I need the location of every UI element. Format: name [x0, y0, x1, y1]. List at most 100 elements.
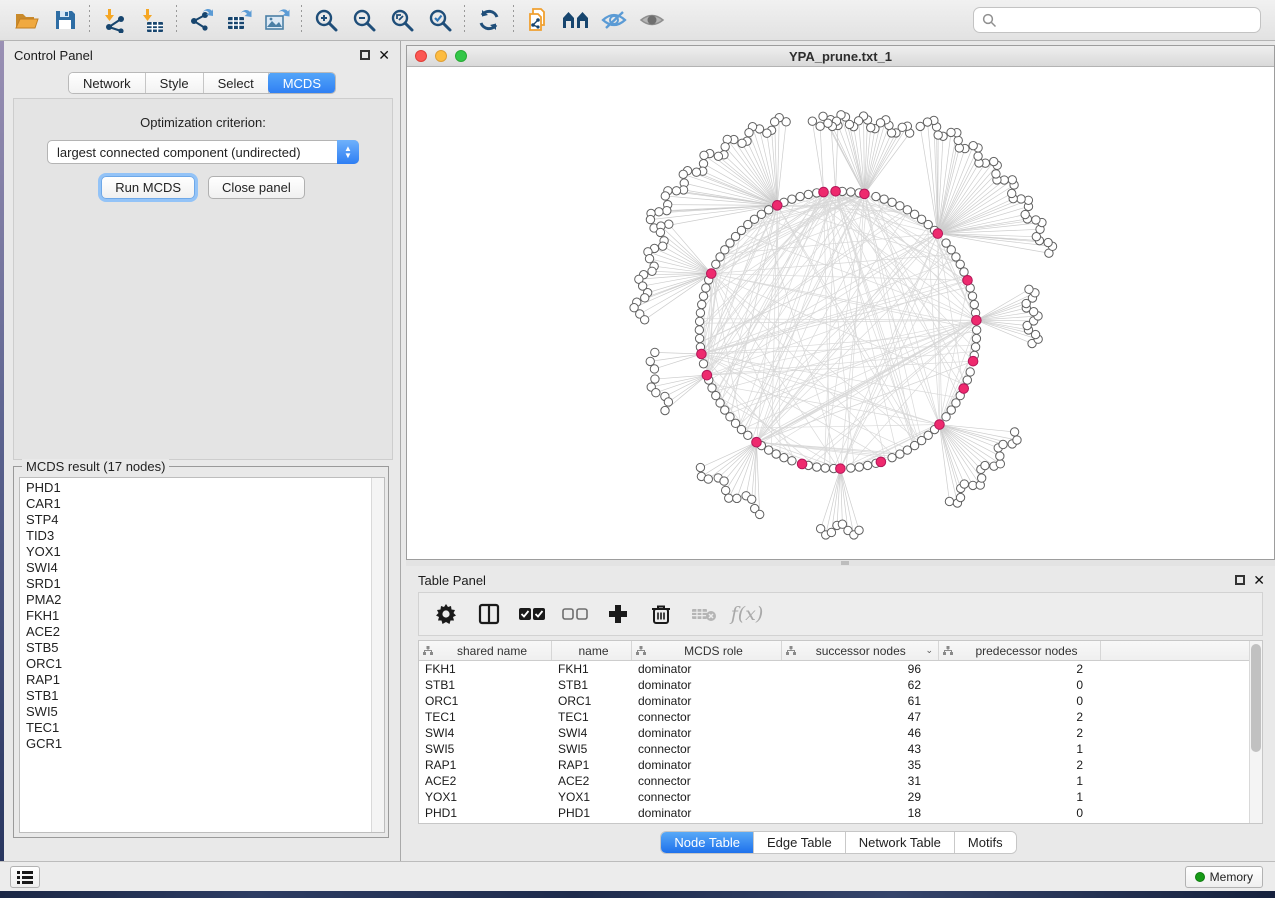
- save-session-icon[interactable]: [46, 3, 84, 37]
- mcds-result-item[interactable]: RAP1: [26, 672, 371, 688]
- column-header-shared-name[interactable]: shared name: [419, 641, 552, 660]
- close-panel-button[interactable]: Close panel: [208, 176, 305, 199]
- optimization-criterion-select[interactable]: largest connected component (undirected)…: [47, 140, 359, 164]
- cell-successor-nodes[interactable]: 18: [782, 806, 939, 820]
- export-network-icon[interactable]: [182, 3, 220, 37]
- cell-name[interactable]: YOX1: [552, 790, 632, 804]
- cell-predecessor-nodes[interactable]: 2: [939, 710, 1101, 724]
- float-panel-icon[interactable]: [360, 50, 370, 60]
- table-row-SWI4[interactable]: SWI4SWI4dominator462: [419, 725, 1249, 741]
- table-row-YOX1[interactable]: YOX1YOX1connector291: [419, 789, 1249, 805]
- tab-select[interactable]: Select: [204, 73, 269, 93]
- cell-MCDS-role[interactable]: connector: [632, 710, 782, 724]
- cell-MCDS-role[interactable]: dominator: [632, 694, 782, 708]
- float-panel-icon[interactable]: [1235, 575, 1245, 585]
- mcds-result-item[interactable]: CAR1: [26, 496, 371, 512]
- cell-shared-name[interactable]: ACE2: [419, 774, 552, 788]
- cell-shared-name[interactable]: ORC1: [419, 694, 552, 708]
- tab-style[interactable]: Style: [146, 73, 204, 93]
- open-file-icon[interactable]: [8, 3, 46, 37]
- mcds-result-item[interactable]: ACE2: [26, 624, 371, 640]
- network-canvas[interactable]: [407, 67, 1274, 559]
- dominator-node[interactable]: [831, 186, 841, 196]
- column-header-MCDS-role[interactable]: MCDS role: [632, 641, 782, 660]
- mcds-list-scrollbar[interactable]: [371, 478, 384, 832]
- column-header-successor-nodes[interactable]: successor nodes⌄: [782, 641, 939, 660]
- table-scrollbar-thumb[interactable]: [1251, 644, 1261, 752]
- zoom-in-icon[interactable]: [307, 3, 345, 37]
- cell-name[interactable]: SWI4: [552, 726, 632, 740]
- export-table-icon[interactable]: [220, 3, 258, 37]
- dominator-node[interactable]: [968, 356, 978, 366]
- delete-column-icon[interactable]: [648, 601, 674, 627]
- hide-selected-icon[interactable]: [595, 3, 633, 37]
- cell-MCDS-role[interactable]: connector: [632, 742, 782, 756]
- cell-successor-nodes[interactable]: 43: [782, 742, 939, 756]
- cell-MCDS-role[interactable]: connector: [632, 790, 782, 804]
- cell-predecessor-nodes[interactable]: 0: [939, 678, 1101, 692]
- column-layout-icon[interactable]: [476, 601, 502, 627]
- cell-shared-name[interactable]: SWI5: [419, 742, 552, 756]
- cell-successor-nodes[interactable]: 29: [782, 790, 939, 804]
- dominator-node[interactable]: [752, 437, 762, 447]
- search-input[interactable]: [1001, 10, 1260, 30]
- cell-MCDS-role[interactable]: dominator: [632, 758, 782, 772]
- cell-MCDS-role[interactable]: connector: [632, 774, 782, 788]
- settings-gear-icon[interactable]: [433, 601, 459, 627]
- close-panel-icon[interactable]: ✕: [1253, 575, 1265, 585]
- tab-mcds[interactable]: MCDS: [268, 72, 336, 94]
- table-row-ACE2[interactable]: ACE2ACE2connector311: [419, 773, 1249, 789]
- cell-shared-name[interactable]: SWI4: [419, 726, 552, 740]
- mcds-result-item[interactable]: STB1: [26, 688, 371, 704]
- cell-successor-nodes[interactable]: 62: [782, 678, 939, 692]
- select-all-rows-icon[interactable]: [519, 601, 545, 627]
- cell-name[interactable]: PHD1: [552, 806, 632, 820]
- column-header-predecessor-nodes[interactable]: predecessor nodes: [939, 641, 1101, 660]
- table-row-ORC1[interactable]: ORC1ORC1dominator610: [419, 693, 1249, 709]
- table-scrollbar[interactable]: [1249, 641, 1262, 823]
- import-table-icon[interactable]: [133, 3, 171, 37]
- tab-network[interactable]: Network: [69, 73, 146, 93]
- tab-motifs[interactable]: Motifs: [955, 832, 1016, 853]
- cell-predecessor-nodes[interactable]: 1: [939, 790, 1101, 804]
- table-row-RAP1[interactable]: RAP1RAP1dominator352: [419, 757, 1249, 773]
- cell-successor-nodes[interactable]: 96: [782, 662, 939, 676]
- cell-shared-name[interactable]: RAP1: [419, 758, 552, 772]
- cell-successor-nodes[interactable]: 46: [782, 726, 939, 740]
- dominator-node[interactable]: [819, 187, 829, 197]
- cell-MCDS-role[interactable]: dominator: [632, 662, 782, 676]
- dominator-node[interactable]: [935, 420, 945, 430]
- dominator-node[interactable]: [772, 201, 782, 211]
- cell-name[interactable]: TEC1: [552, 710, 632, 724]
- mcds-result-item[interactable]: PMA2: [26, 592, 371, 608]
- dominator-node[interactable]: [876, 457, 886, 467]
- first-neighbors-icon[interactable]: [557, 3, 595, 37]
- mcds-result-item[interactable]: ORC1: [26, 656, 371, 672]
- export-image-icon[interactable]: [258, 3, 296, 37]
- run-mcds-button[interactable]: Run MCDS: [101, 176, 195, 199]
- cell-predecessor-nodes[interactable]: 1: [939, 774, 1101, 788]
- cell-shared-name[interactable]: STB1: [419, 678, 552, 692]
- deselect-all-rows-icon[interactable]: [562, 601, 588, 627]
- table-row-SWI5[interactable]: SWI5SWI5connector431: [419, 741, 1249, 757]
- zoom-fit-icon[interactable]: [383, 3, 421, 37]
- dominator-node[interactable]: [836, 464, 846, 474]
- network-graph[interactable]: [407, 67, 1274, 559]
- zoom-out-icon[interactable]: [345, 3, 383, 37]
- dominator-node[interactable]: [959, 384, 969, 394]
- cell-name[interactable]: STB1: [552, 678, 632, 692]
- cell-MCDS-role[interactable]: dominator: [632, 726, 782, 740]
- cell-successor-nodes[interactable]: 31: [782, 774, 939, 788]
- mcds-result-item[interactable]: PHD1: [26, 480, 371, 496]
- cell-predecessor-nodes[interactable]: 2: [939, 758, 1101, 772]
- cell-predecessor-nodes[interactable]: 0: [939, 806, 1101, 820]
- mcds-result-item[interactable]: STB5: [26, 640, 371, 656]
- mcds-result-item[interactable]: TEC1: [26, 720, 371, 736]
- mcds-result-item[interactable]: SRD1: [26, 576, 371, 592]
- dominator-node[interactable]: [702, 370, 712, 380]
- cell-MCDS-role[interactable]: dominator: [632, 678, 782, 692]
- cell-MCDS-role[interactable]: dominator: [632, 806, 782, 820]
- cell-name[interactable]: ORC1: [552, 694, 632, 708]
- dominator-node[interactable]: [933, 229, 943, 239]
- cell-predecessor-nodes[interactable]: 1: [939, 742, 1101, 756]
